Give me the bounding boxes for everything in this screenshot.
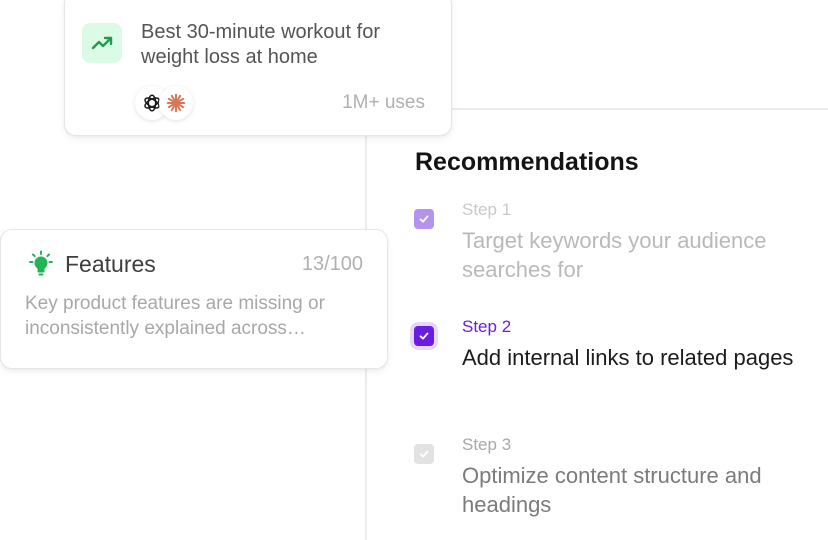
step-2-checkbox[interactable] xyxy=(414,326,434,346)
features-description: Key product features are missing or inco… xyxy=(25,293,325,339)
step-2-label: Step 2 xyxy=(462,317,512,336)
check-icon xyxy=(419,215,429,223)
features-title: Features xyxy=(65,251,156,277)
lightbulb-icon xyxy=(29,250,53,276)
query-card[interactable]: Best 30-minute workout for weight loss a… xyxy=(64,0,452,136)
step-3-label: Step 3 xyxy=(462,435,512,454)
step-2-text: Add internal links to related pages xyxy=(462,345,794,370)
step-1-checkbox[interactable] xyxy=(414,209,434,229)
claude-logo-icon xyxy=(159,86,193,120)
features-card[interactable]: Features 13/100 Key product features are… xyxy=(0,229,388,369)
step-3-text: Optimize content structure and headings xyxy=(462,463,762,517)
usage-count: 1M+ uses xyxy=(342,92,425,113)
step-1-text: Target keywords your audience searches f… xyxy=(462,228,767,282)
trending-up-icon xyxy=(82,23,122,63)
check-icon xyxy=(419,450,429,458)
recommendations-title: Recommendations xyxy=(415,148,639,176)
step-3-checkbox[interactable] xyxy=(414,444,434,464)
step-1-label: Step 1 xyxy=(462,200,512,219)
features-score: 13/100 xyxy=(301,253,363,275)
query-text: Best 30-minute workout for weight loss a… xyxy=(141,21,380,68)
ai-model-icons xyxy=(135,85,193,121)
check-icon xyxy=(419,332,429,340)
